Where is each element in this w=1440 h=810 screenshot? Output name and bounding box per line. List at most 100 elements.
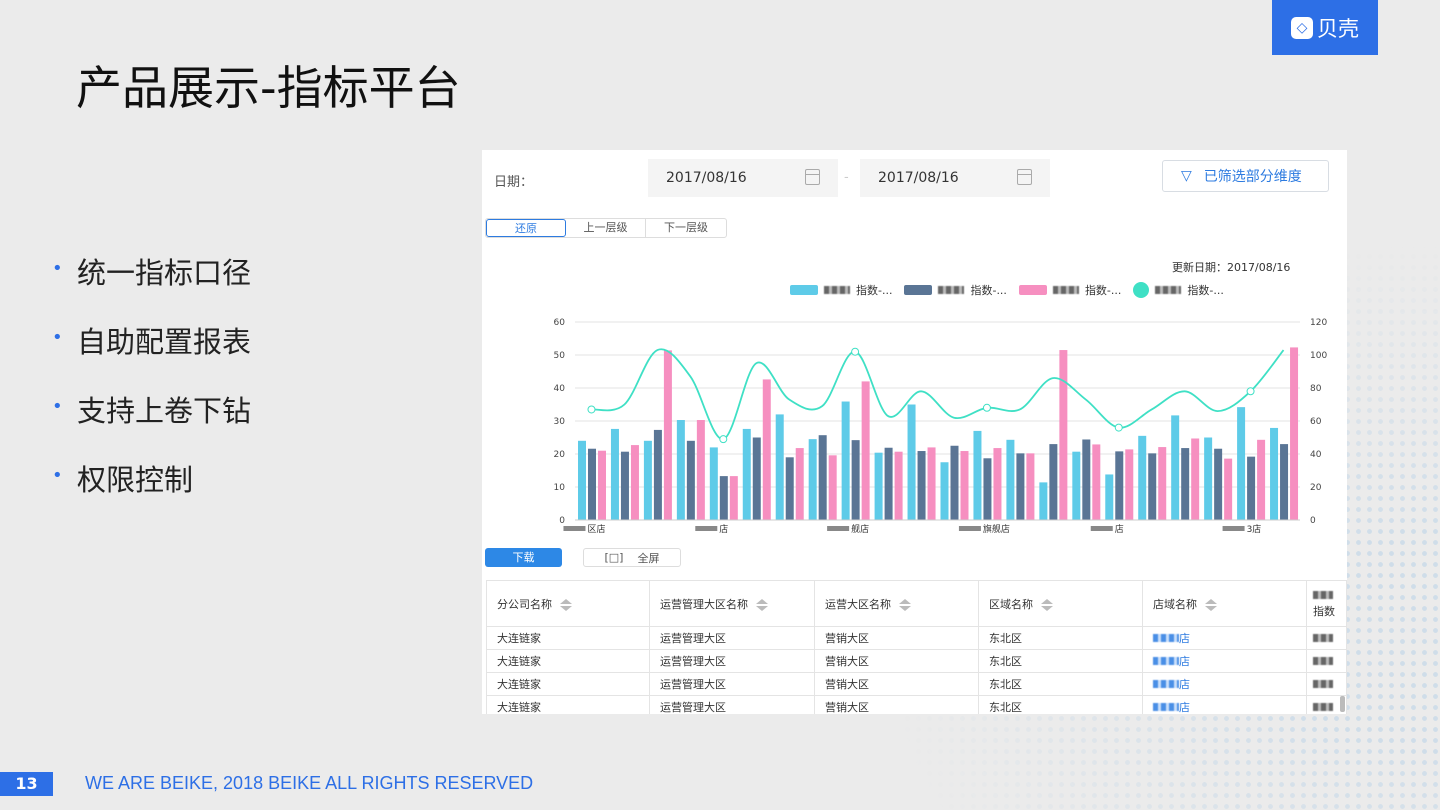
bar-3 xyxy=(1257,439,1266,520)
calendar-icon[interactable] xyxy=(1017,169,1032,185)
start-date-input[interactable]: 2017/08/16 xyxy=(648,159,838,197)
redacted-text xyxy=(1313,656,1333,665)
drill-up-button[interactable]: 上一层级 xyxy=(566,219,646,237)
redacted-text xyxy=(1155,286,1182,294)
series-line xyxy=(591,348,1285,441)
date-separator: - xyxy=(844,170,849,185)
sort-icon[interactable] xyxy=(899,599,911,611)
redacted-label-block xyxy=(563,526,586,531)
y-right-tick-label: 80 xyxy=(1310,384,1322,394)
bar-2 xyxy=(1082,439,1091,520)
filter-dimensions-button[interactable]: ▽ 已筛选部分维度 xyxy=(1162,160,1329,192)
end-date-input[interactable]: 2017/08/16 xyxy=(860,159,1050,197)
calendar-icon[interactable] xyxy=(805,169,820,185)
store-link[interactable]: 店 xyxy=(1142,695,1307,714)
bar-2 xyxy=(917,451,926,520)
bullet-item: • 支持上卷下钻 xyxy=(52,388,251,457)
drill-level-group: 还原 上一层级 下一层级 xyxy=(485,218,727,238)
bullet-icon: • xyxy=(52,258,63,279)
bar-1 xyxy=(610,428,619,520)
y-right-tick-label: 60 xyxy=(1310,417,1322,427)
start-date-value: 2017/08/16 xyxy=(666,170,747,186)
bar-1 xyxy=(940,462,949,520)
bar-3 xyxy=(630,445,639,520)
redacted-text xyxy=(1313,633,1333,642)
legend-item[interactable]: 指数-... xyxy=(790,282,892,298)
store-link[interactable]: 店 xyxy=(1142,672,1307,696)
line-point-marker xyxy=(1114,423,1123,432)
bar-3 xyxy=(663,350,672,520)
bullet-icon: • xyxy=(52,465,63,486)
bar-2 xyxy=(1148,453,1157,520)
sort-icon[interactable] xyxy=(560,599,572,611)
table-cell: 大连链家 xyxy=(486,626,650,650)
bar-3 xyxy=(1059,350,1068,520)
combo-chart: 0 0 10 20 20 40 30 60 40 80 50 100 60 120 区店 店 舰店 旗舰店 店 3店 xyxy=(554,318,1328,535)
column-header[interactable]: 指数 xyxy=(1306,580,1347,627)
fullscreen-button[interactable]: [□] 全屏 xyxy=(583,548,681,567)
column-header[interactable]: 区域名称 xyxy=(978,580,1143,627)
legend-item[interactable]: 指数-... xyxy=(1018,282,1122,298)
redacted-label-block xyxy=(827,526,850,531)
store-link[interactable]: 店 xyxy=(1142,649,1307,673)
bar-1 xyxy=(1138,435,1147,520)
table-header-row: 分公司名称 运营管理大区名称 运营大区名称 区域名称 店域名称 指数 xyxy=(486,580,1347,627)
bar-1 xyxy=(1006,439,1015,520)
table-row[interactable]: 大连链家 运营管理大区 营销大区 东北区店 xyxy=(486,672,1347,696)
y-left-tick-label: 10 xyxy=(554,483,566,493)
bullet-text: 支持上卷下钻 xyxy=(77,394,252,428)
bar-3 xyxy=(762,379,771,520)
legend-swatch xyxy=(904,285,933,295)
y-left-tick-label: 40 xyxy=(554,384,566,394)
update-date: 更新日期：2017/08/16 xyxy=(1172,261,1291,274)
line-point-marker xyxy=(719,435,728,444)
drill-down-button[interactable]: 下一层级 xyxy=(646,219,726,237)
y-left-tick-label: 0 xyxy=(559,516,565,526)
redacted-label-block xyxy=(958,526,981,531)
download-button[interactable]: 下载 xyxy=(485,548,562,567)
table-cell xyxy=(1306,649,1347,673)
table-cell: 运营管理大区 xyxy=(649,649,815,673)
table-cell: 大连链家 xyxy=(486,695,650,714)
bar-2 xyxy=(719,476,728,520)
bullet-text: 统一指标口径 xyxy=(77,256,252,290)
bar-3 xyxy=(795,448,804,520)
bar-3 xyxy=(828,455,837,520)
table-row[interactable]: 大连链家 运营管理大区 营销大区 东北区店 xyxy=(486,626,1347,650)
y-right-tick-label: 0 xyxy=(1310,516,1316,526)
x-tick-label: 店 xyxy=(719,523,728,535)
column-header[interactable]: 运营管理大区名称 xyxy=(649,580,815,627)
bar-1 xyxy=(1204,437,1213,520)
reset-button[interactable]: 还原 xyxy=(486,219,566,237)
bar-3 xyxy=(1158,447,1167,520)
table-cell: 东北区 xyxy=(978,649,1143,673)
table-row[interactable]: 大连链家 运营管理大区 营销大区 东北区店 xyxy=(486,695,1347,714)
bar-3 xyxy=(1290,347,1299,520)
y-left-tick-label: 60 xyxy=(554,318,566,328)
table-cell: 营销大区 xyxy=(814,649,979,673)
fullscreen-icon: [□] xyxy=(604,551,624,564)
bar-3 xyxy=(927,447,936,520)
bullet-text: 自助配置报表 xyxy=(77,325,252,359)
x-tick-label: 区店 xyxy=(587,523,605,535)
legend-item[interactable]: 指数-... xyxy=(904,282,1007,298)
legend-label: 指数-... xyxy=(1084,284,1122,297)
redacted-text xyxy=(1313,702,1333,711)
bar-2 xyxy=(1115,451,1124,520)
sort-icon[interactable] xyxy=(1205,599,1217,611)
sort-icon[interactable] xyxy=(756,599,768,611)
column-header[interactable]: 店域名称 xyxy=(1142,580,1307,627)
bullet-item: • 自助配置报表 xyxy=(52,319,251,388)
bar-2 xyxy=(884,447,893,520)
table-scrollbar[interactable] xyxy=(1340,696,1345,712)
bar-3 xyxy=(696,420,705,520)
legend-item[interactable]: 指数-... xyxy=(1133,282,1224,298)
bar-1 xyxy=(808,439,817,520)
column-header[interactable]: 分公司名称 xyxy=(486,580,650,627)
column-header[interactable]: 运营大区名称 xyxy=(814,580,979,627)
end-date-value: 2017/08/16 xyxy=(878,170,959,186)
table-row[interactable]: 大连链家 运营管理大区 营销大区 东北区店 xyxy=(486,649,1347,673)
store-link[interactable]: 店 xyxy=(1142,626,1307,650)
legend-swatch xyxy=(790,285,818,295)
sort-icon[interactable] xyxy=(1041,599,1053,611)
